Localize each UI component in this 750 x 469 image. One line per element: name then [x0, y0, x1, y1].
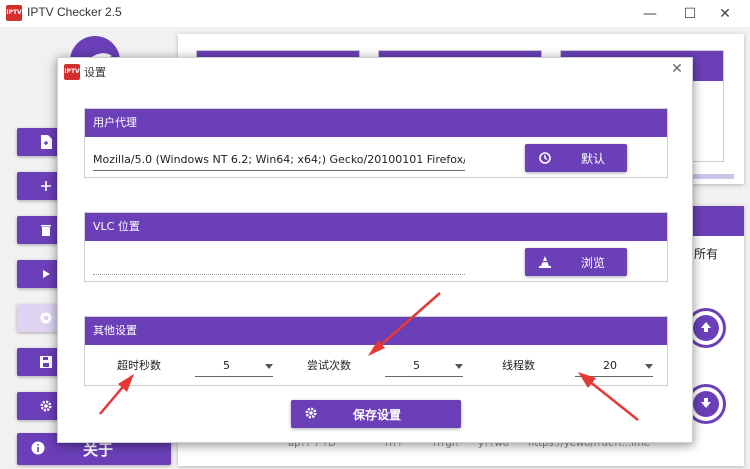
vlc-cone-icon — [539, 256, 551, 268]
minimize-button[interactable]: — — [630, 0, 670, 27]
maximize-button[interactable]: ☐ — [670, 0, 710, 27]
trash-icon — [39, 223, 53, 237]
arrow-down-icon — [699, 395, 713, 414]
dialog-title: 设置 — [84, 66, 106, 79]
browse-button[interactable]: 浏览 — [525, 248, 627, 276]
play-icon — [39, 267, 53, 281]
close-button[interactable]: ✕ — [705, 0, 745, 27]
retries-value: 5 — [413, 359, 420, 372]
chevron-down-icon — [455, 364, 463, 369]
plus-icon — [39, 179, 53, 193]
gear-icon — [39, 399, 53, 413]
dialog-close-button[interactable]: ✕ — [668, 61, 686, 77]
import-file-button[interactable] — [17, 128, 59, 156]
timeout-select[interactable]: 5 — [195, 355, 273, 377]
threads-label: 线程数 — [502, 359, 535, 372]
dialog-logo: IPTV — [64, 64, 80, 80]
title-bar: IPTV IPTV Checker 2.5 — ☐ ✕ — [0, 0, 750, 27]
add-button[interactable] — [17, 172, 59, 200]
stop-circle-icon — [39, 311, 53, 325]
retries-label: 尝试次数 — [307, 359, 351, 372]
arrow-up-icon — [699, 319, 713, 338]
threads-select[interactable]: 20 — [575, 355, 653, 377]
other-settings-heading: 其他设置 — [85, 317, 667, 345]
retries-select[interactable]: 5 — [385, 355, 463, 377]
gear-icon — [305, 407, 317, 422]
settings-button[interactable] — [17, 392, 59, 420]
play-button[interactable] — [17, 260, 59, 288]
timeout-value: 5 — [223, 359, 230, 372]
other-settings-group: 其他设置 超时秒数 5 尝试次数 5 线程数 20 — [84, 316, 668, 386]
save-settings-button[interactable]: 保存设置 — [291, 400, 461, 428]
stop-button[interactable] — [17, 304, 59, 332]
chevron-down-icon — [265, 364, 273, 369]
browse-button-label: 浏览 — [581, 255, 606, 270]
restore-icon — [539, 152, 551, 164]
threads-value: 20 — [603, 359, 617, 372]
file-import-icon — [39, 135, 53, 149]
settings-dialog: IPTV 设置 ✕ 用户代理 Mozilla/5.0 (Windows NT 6… — [57, 57, 693, 443]
user-agent-group: 用户代理 Mozilla/5.0 (Windows NT 6.2; Win64;… — [84, 108, 668, 178]
vlc-group: VLC 位置 浏览 — [84, 212, 668, 282]
vlc-heading: VLC 位置 — [85, 213, 667, 241]
filter-all-label[interactable]: 所有 — [694, 245, 718, 262]
user-agent-heading: 用户代理 — [85, 109, 667, 137]
save-file-button[interactable] — [17, 348, 59, 376]
default-user-agent-button[interactable]: 默认 — [525, 144, 627, 172]
chevron-down-icon — [645, 364, 653, 369]
app-title: IPTV Checker 2.5 — [27, 5, 122, 19]
timeout-label: 超时秒数 — [117, 359, 161, 372]
delete-button[interactable] — [17, 216, 59, 244]
app-logo: IPTV — [6, 5, 22, 21]
user-agent-input[interactable]: Mozilla/5.0 (Windows NT 6.2; Win64; x64;… — [93, 149, 465, 171]
default-button-label: 默认 — [581, 151, 606, 166]
save-settings-label: 保存设置 — [353, 407, 402, 422]
floppy-disk-icon — [39, 355, 53, 369]
vlc-path-input[interactable] — [93, 253, 465, 275]
